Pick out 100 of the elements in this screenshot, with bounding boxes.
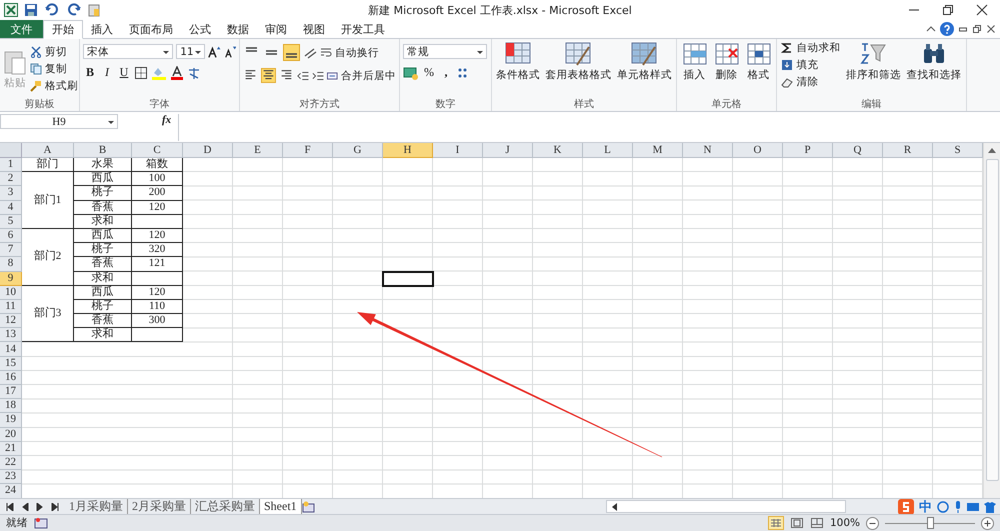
row-header[interactable]: 3: [0, 186, 22, 201]
percent-button[interactable]: %: [422, 65, 436, 80]
font-color-icon[interactable]: [170, 66, 184, 80]
clipboard-button[interactable]: 剪切: [45, 45, 67, 59]
clipboard-button[interactable]: 格式刷: [45, 79, 78, 93]
row-header[interactable]: 10: [0, 286, 22, 300]
column-header[interactable]: N: [683, 143, 733, 158]
row-header[interactable]: 17: [0, 385, 22, 400]
sheet-nav-icon[interactable]: [51, 502, 59, 510]
scrollbar-thumb[interactable]: [986, 159, 998, 481]
redo-icon[interactable]: [66, 3, 82, 17]
column-header[interactable]: C: [132, 143, 183, 158]
ribbon-tab[interactable]: 公式: [181, 20, 219, 38]
table-brush-icon[interactable]: [629, 41, 660, 67]
clipboard-button[interactable]: 复制: [45, 62, 67, 76]
row-header[interactable]: 8: [0, 257, 22, 272]
italic-button[interactable]: I: [100, 65, 114, 80]
zoom-out-icon[interactable]: [866, 516, 879, 530]
wrap-text-button[interactable]: 自动换行: [335, 46, 379, 60]
table-brush-icon[interactable]: [563, 41, 594, 67]
macro-record-icon[interactable]: [34, 517, 48, 529]
underline-button[interactable]: U: [117, 65, 131, 80]
currency-icon[interactable]: [403, 66, 419, 80]
ribbon-tab[interactable]: 插入: [83, 20, 121, 38]
row-header[interactable]: 22: [0, 456, 22, 470]
column-header[interactable]: B: [74, 143, 132, 158]
row-header[interactable]: 6: [0, 228, 22, 244]
emoji-icon[interactable]: [937, 500, 949, 512]
column-header[interactable]: K: [533, 143, 583, 158]
file-tab[interactable]: 文件: [0, 20, 43, 38]
cells-button[interactable]: 插入: [684, 69, 706, 81]
scroll-left-icon[interactable]: [610, 502, 617, 510]
save-icon[interactable]: [24, 3, 38, 17]
font-name-dropdown[interactable]: 宋体: [83, 44, 174, 59]
row-header[interactable]: 7: [0, 243, 22, 258]
column-header[interactable]: A: [22, 143, 74, 158]
number-format-dropdown[interactable]: 常规: [403, 44, 487, 59]
ime-logo-icon[interactable]: [898, 498, 914, 514]
page-break-icon[interactable]: [810, 517, 824, 529]
borders-icon[interactable]: [134, 66, 148, 80]
row-header[interactable]: 20: [0, 428, 22, 442]
close-icon[interactable]: [976, 4, 988, 16]
row-header[interactable]: 16: [0, 370, 22, 385]
column-header[interactable]: L: [583, 143, 633, 158]
ime-mode[interactable]: 中: [919, 498, 932, 516]
font-size-dropdown[interactable]: 11: [176, 44, 206, 59]
format-cells-icon[interactable]: [746, 41, 772, 67]
name-box[interactable]: H9: [0, 114, 118, 129]
row-header[interactable]: 11: [0, 300, 22, 314]
row-header[interactable]: 23: [0, 470, 22, 484]
restore-icon[interactable]: [972, 24, 982, 34]
row-header[interactable]: 14: [0, 342, 22, 357]
sheet-tab[interactable]: Sheet1: [260, 499, 302, 514]
row-header[interactable]: 1: [0, 158, 22, 172]
column-header[interactable]: S: [933, 143, 983, 158]
cells-button[interactable]: 格式: [748, 69, 770, 81]
comma-button[interactable]: ,: [439, 65, 453, 80]
ribbon-tab[interactable]: 数据: [219, 20, 257, 38]
row-header[interactable]: 19: [0, 413, 22, 428]
shrink-font-icon[interactable]: [224, 44, 236, 58]
scissors-icon[interactable]: [30, 46, 42, 58]
eraser-icon[interactable]: [781, 76, 794, 88]
increase-indent-icon[interactable]: [312, 70, 324, 82]
restore-icon[interactable]: [942, 4, 954, 16]
merge-cells-icon[interactable]: [327, 70, 338, 82]
ribbon-tab[interactable]: 审阅: [257, 20, 295, 38]
keyboard-icon[interactable]: [967, 502, 979, 512]
cells-button[interactable]: 删除: [716, 69, 738, 81]
help-icon[interactable]: [940, 22, 954, 36]
column-header[interactable]: P: [783, 143, 833, 158]
editing-button[interactable]: 排序和筛选: [846, 69, 901, 81]
ribbon-tab[interactable]: 开始: [43, 20, 83, 39]
insert-function-button[interactable]: fx: [162, 114, 176, 126]
column-header[interactable]: Q: [833, 143, 883, 158]
phonetic-icon[interactable]: [187, 66, 201, 80]
editing-button[interactable]: 清除: [796, 75, 818, 89]
ribbon-tab[interactable]: 开发工具: [333, 20, 393, 38]
insert-cells-icon[interactable]: [682, 41, 708, 67]
sigma-icon[interactable]: [781, 42, 794, 54]
fill-color-icon[interactable]: [151, 66, 167, 80]
microphone-icon[interactable]: [954, 500, 962, 512]
shirt-icon[interactable]: [984, 500, 996, 512]
column-header[interactable]: J: [483, 143, 533, 158]
row-header[interactable]: 12: [0, 314, 22, 328]
sheet-nav-icon[interactable]: [6, 502, 14, 510]
normal-view-icon[interactable]: [768, 516, 784, 530]
new-sheet-icon[interactable]: [302, 500, 316, 512]
editing-button[interactable]: 填充: [796, 58, 818, 72]
row-header[interactable]: 21: [0, 442, 22, 456]
vertical-align-icon[interactable]: [283, 44, 300, 61]
row-header[interactable]: 13: [0, 328, 22, 342]
fill-down-icon[interactable]: [781, 59, 794, 71]
bold-button[interactable]: B: [83, 65, 97, 80]
column-header[interactable]: D: [183, 143, 233, 158]
ribbon-tab[interactable]: 视图: [295, 20, 333, 38]
collapse-ribbon-icon[interactable]: [926, 24, 936, 34]
column-header[interactable]: G: [333, 143, 383, 158]
column-header[interactable]: R: [883, 143, 933, 158]
merge-center-button[interactable]: 合并后居中: [340, 68, 396, 82]
decrease-indent-icon[interactable]: [296, 70, 310, 82]
